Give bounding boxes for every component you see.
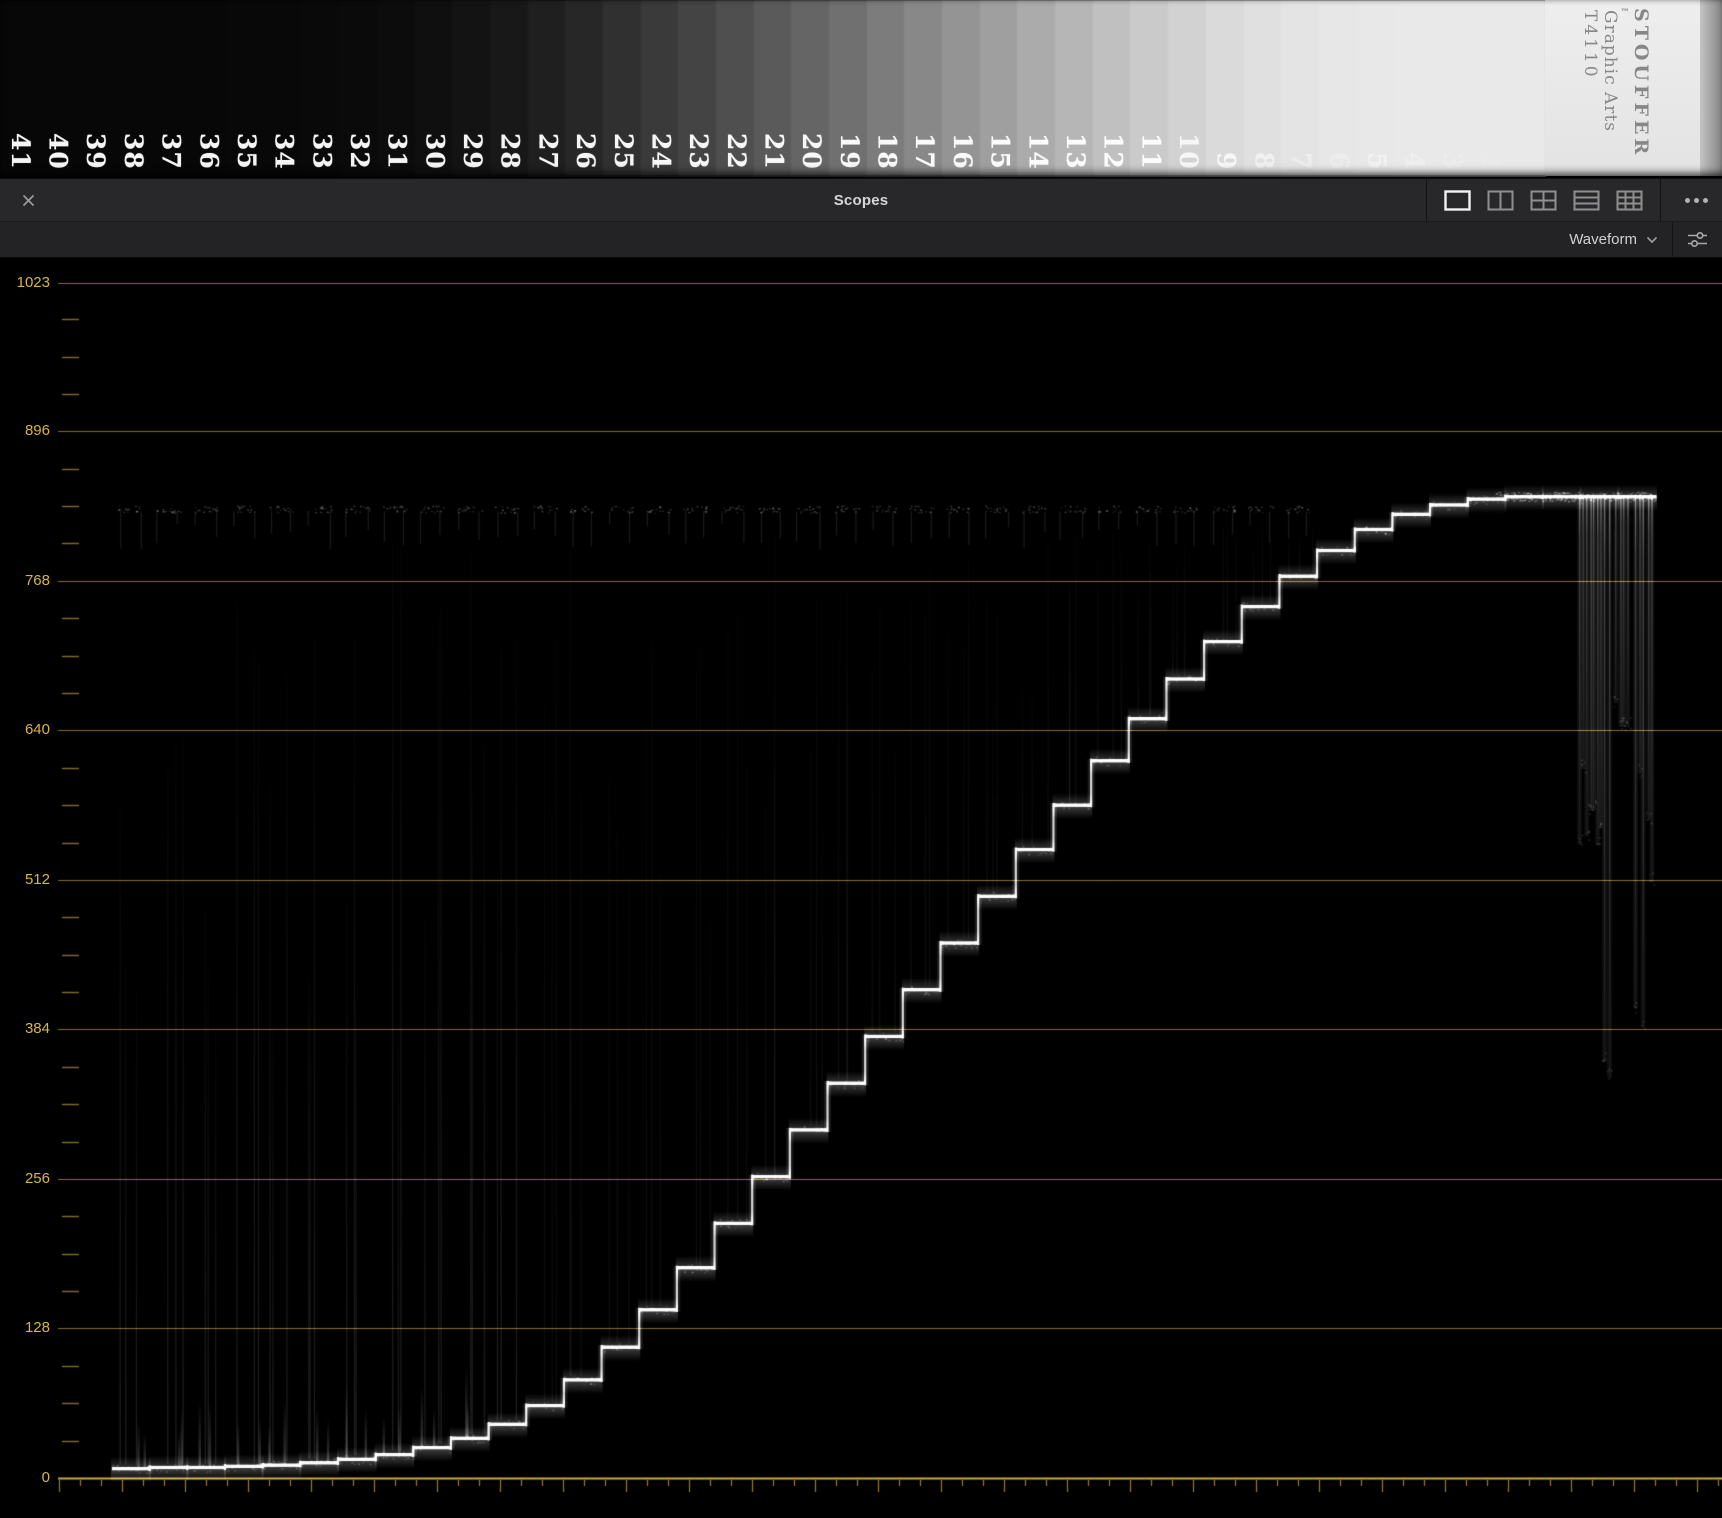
waveform-scope: 1023 896 768 640 512 384 256 128 0 xyxy=(0,258,1722,1518)
wedge-step-number: 30 xyxy=(420,133,450,170)
wedge-step-number: 34 xyxy=(269,133,299,170)
wedge-step-number: 23 xyxy=(684,133,714,170)
wedge-step-number: 2 xyxy=(1475,151,1505,170)
ellipsis-icon xyxy=(1684,197,1690,203)
wedge-step-number: 11 xyxy=(1136,133,1166,170)
wedge-step-number: 15 xyxy=(985,133,1015,170)
wedge-step-number: 13 xyxy=(1060,133,1090,170)
chevron-down-icon xyxy=(1646,236,1658,243)
wedge-patch xyxy=(1507,0,1546,176)
layout-two-up-button[interactable] xyxy=(1485,188,1516,213)
brand-line2: Graphic Arts xyxy=(1600,10,1620,132)
wedge-step-number: 20 xyxy=(797,133,827,170)
wedge-step-number: 12 xyxy=(1098,133,1128,170)
wedge-step-number: 41 xyxy=(5,133,35,170)
layout-four-up-icon xyxy=(1530,190,1557,210)
wedge-brand-label: STOUFFER ™ Graphic Arts T4110 xyxy=(1580,8,1652,176)
wedge-step-number: 25 xyxy=(608,133,638,170)
layout-single-button[interactable] xyxy=(1442,188,1473,213)
wedge-patch xyxy=(1469,0,1508,176)
wedge-step-number: 10 xyxy=(1174,133,1203,170)
scope-toolbar: Waveform xyxy=(0,221,1722,258)
scope-type-dropdown[interactable]: Waveform xyxy=(1559,222,1668,257)
wedge-patch xyxy=(1243,0,1282,176)
wedge-step-number: 38 xyxy=(118,133,148,170)
layout-rows-icon xyxy=(1573,190,1600,210)
wedge-step-number: 6 xyxy=(1324,151,1354,170)
wedge-step-number: 33 xyxy=(307,133,337,170)
brand-line3: T4110 xyxy=(1580,10,1600,80)
wedge-strip: 41 40 39 38 37 36 35 34 33 32 31 30 29 28 27 26 25 24 23 22… xyxy=(0,0,1722,176)
wedge-step-number: 7 xyxy=(1287,151,1317,170)
wedge-step-number: 27 xyxy=(533,133,563,170)
wedge-step-number: 40 xyxy=(43,133,73,170)
wedge-step-number: 22 xyxy=(721,133,751,170)
scan-edge-strip xyxy=(1700,0,1722,176)
titlebar-right-controls xyxy=(1417,179,1722,221)
wedge-step-number: 28 xyxy=(495,133,525,170)
wedge-step-number: 36 xyxy=(194,133,224,170)
wedge-patch xyxy=(1318,0,1358,176)
layout-grid-button[interactable] xyxy=(1614,188,1645,213)
layout-grid-icon xyxy=(1616,190,1643,210)
wedge-step-number: 29 xyxy=(458,133,488,170)
wedge-patch xyxy=(1431,0,1471,176)
scopes-titlebar: Scopes xyxy=(0,178,1722,222)
scope-type-value: Waveform xyxy=(1569,231,1637,248)
wedge-patch xyxy=(1205,0,1245,176)
wedge-step-number: 39 xyxy=(81,133,111,170)
waveform-scope-canvas xyxy=(0,258,1722,1518)
wedge-patch xyxy=(1356,0,1395,176)
wedge-step-number: 31 xyxy=(382,133,412,170)
wedge-step-number: 3 xyxy=(1437,151,1467,170)
wedge-step-number: 37 xyxy=(156,133,186,170)
wedge-patch xyxy=(1281,0,1320,176)
wedge-step-number: 18 xyxy=(872,133,902,170)
wedge-step-number: 19 xyxy=(834,133,864,170)
layout-single-icon xyxy=(1444,189,1471,211)
sliders-icon xyxy=(1688,231,1707,248)
wedge-step-number: 32 xyxy=(344,133,374,170)
wedge-step-number: 1 xyxy=(1513,152,1542,170)
wedge-patch xyxy=(1394,0,1433,176)
layout-two-up-icon xyxy=(1487,190,1514,210)
more-options-button[interactable] xyxy=(1670,179,1722,221)
wedge-step-number: 9 xyxy=(1211,151,1241,170)
wedge-step-number: 8 xyxy=(1249,151,1279,170)
wedge-step-number: 4 xyxy=(1400,151,1430,170)
divider xyxy=(1660,179,1661,221)
wedge-step-number: 21 xyxy=(759,133,789,170)
wedge-step-number: 16 xyxy=(947,133,977,170)
wedge-step-number: 14 xyxy=(1023,133,1053,170)
wedge-step-number: 5 xyxy=(1362,151,1392,170)
scopes-window: 41 40 39 38 37 36 35 34 33 32 31 30 29 28 27 26 25 24 23 22… xyxy=(0,0,1722,1518)
wedge-step-number: 17 xyxy=(910,133,940,170)
wedge-step-number: 26 xyxy=(571,133,601,170)
brand-name: STOUFFER ™ xyxy=(1620,8,1652,159)
wedge-step-number: 35 xyxy=(231,133,261,170)
layout-four-up-button[interactable] xyxy=(1528,188,1559,213)
layout-rows-button[interactable] xyxy=(1571,188,1602,213)
scope-settings-button[interactable] xyxy=(1673,222,1722,258)
wedge-step-number: 24 xyxy=(646,133,676,170)
divider xyxy=(1426,179,1427,221)
